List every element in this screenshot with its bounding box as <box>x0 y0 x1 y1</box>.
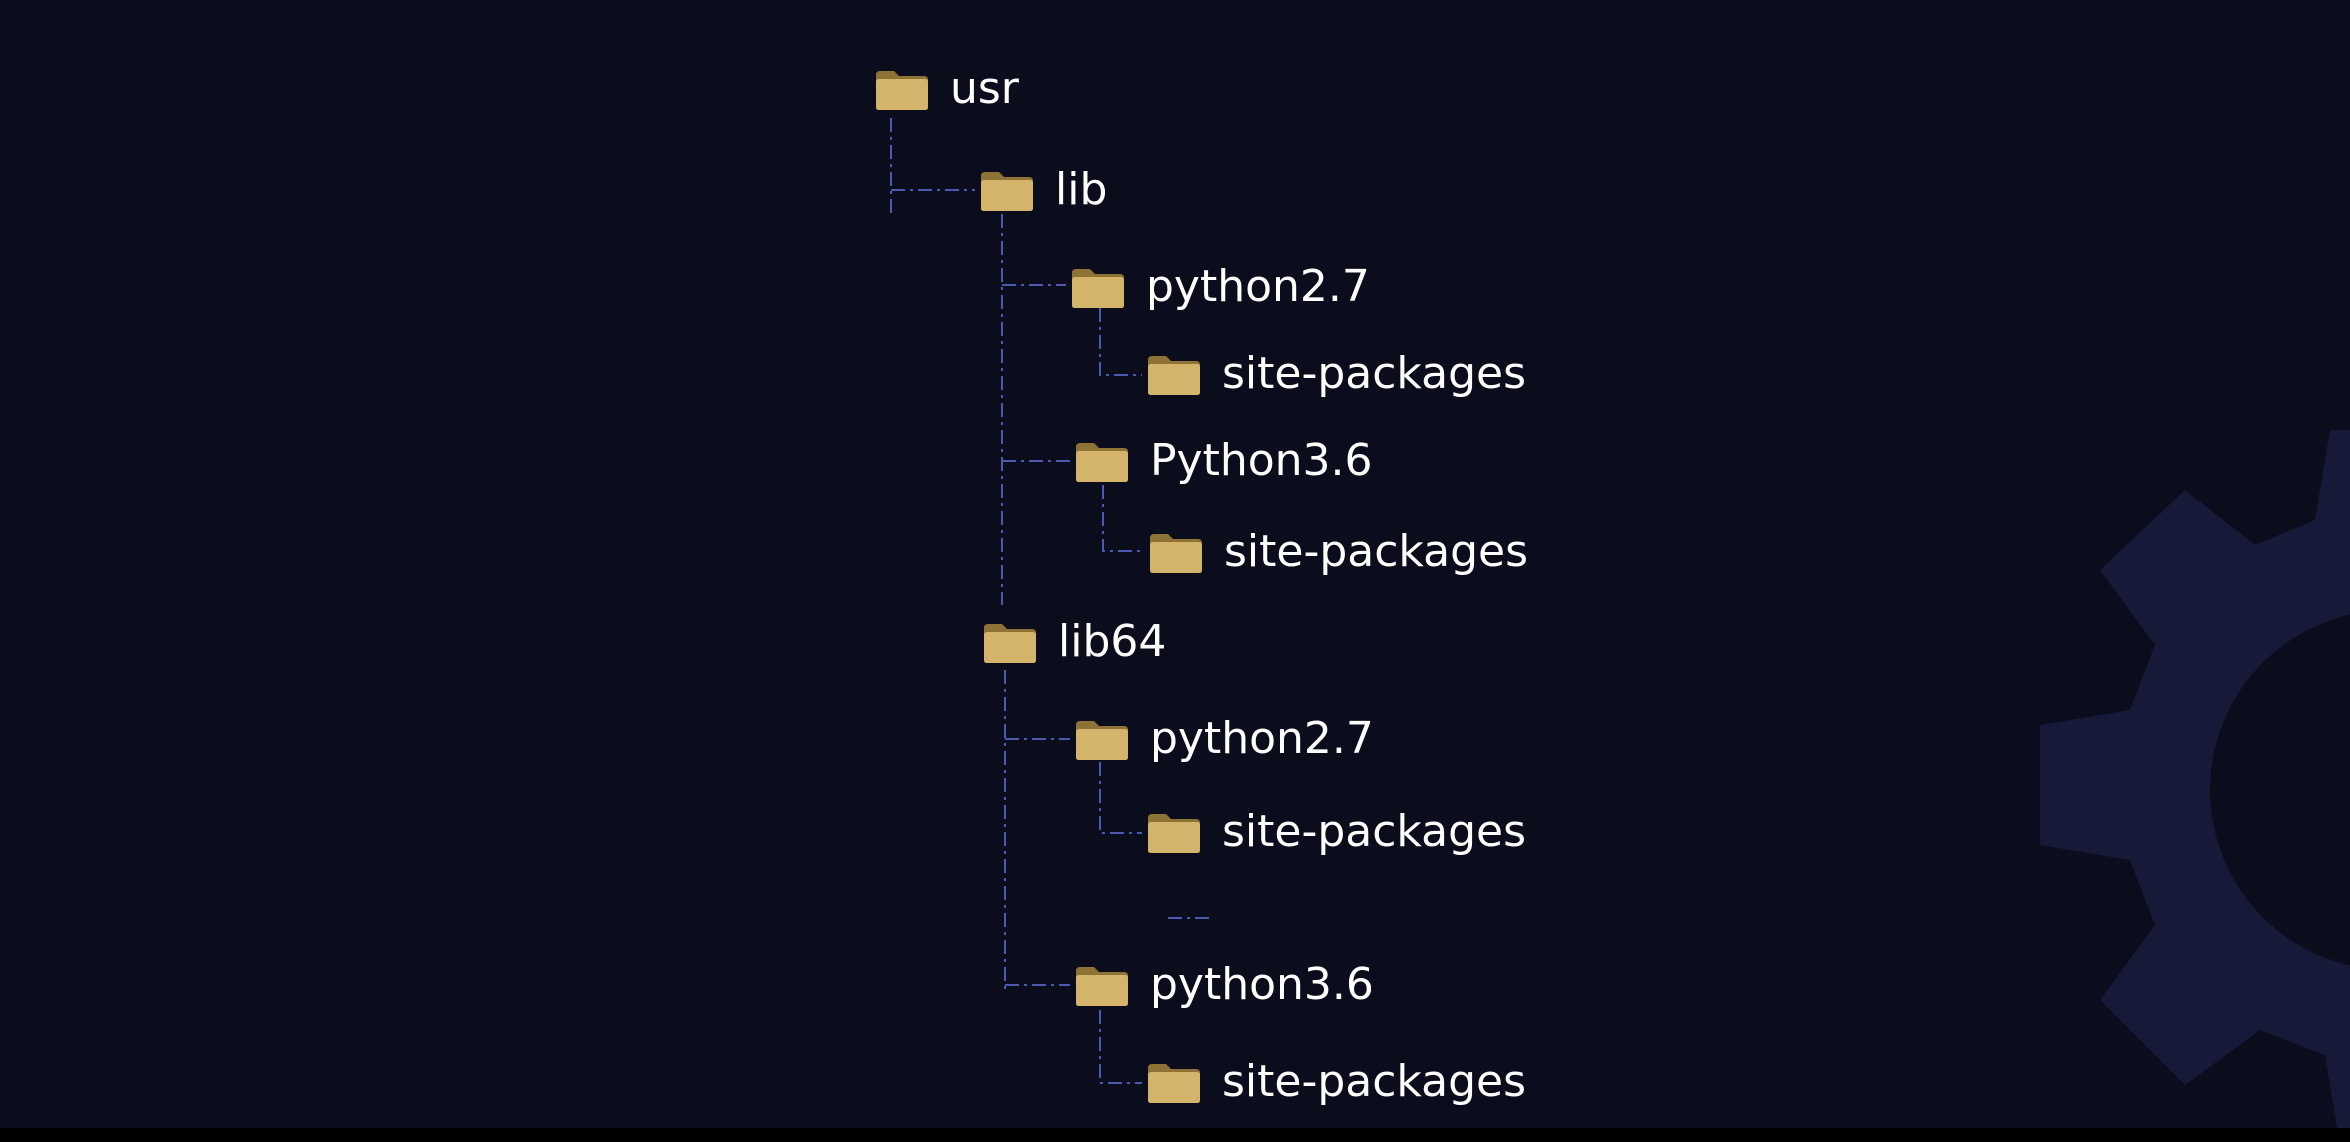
folder-icon <box>1148 1064 1200 1103</box>
connector-lib64-python36-site <box>1099 1010 1142 1084</box>
tree-node-usr[interactable]: usr <box>874 59 1019 119</box>
node-label: python2.7 <box>1150 713 1374 764</box>
tree-node-lib64-python27-site-packages[interactable]: site-packages <box>1146 802 1526 862</box>
tree-node-lib-python36-site-packages[interactable]: site-packages <box>1148 522 1528 582</box>
node-label: site-packages <box>1222 348 1527 399</box>
folder-icon <box>1072 269 1124 308</box>
connector-lib-python36-site <box>1102 485 1144 552</box>
connector-lib64-python27-site <box>1099 762 1142 834</box>
node-label: usr <box>950 63 1019 114</box>
node-label: python3.6 <box>1150 959 1374 1010</box>
folder-icon <box>1076 721 1128 760</box>
node-label: lib64 <box>1058 616 1167 667</box>
folder-icon <box>984 624 1036 663</box>
tree-node-lib-python36[interactable]: Python3.6 <box>1074 431 1373 491</box>
node-label: lib <box>1055 164 1108 215</box>
folder-icon <box>1076 967 1128 1006</box>
diagram-canvas: usr lib python2.7 site-packages Python3.… <box>0 0 2350 1142</box>
tree-node-lib64[interactable]: lib64 <box>982 612 1166 672</box>
connector-lib-python27-site <box>1099 308 1142 376</box>
tree-node-lib64-python36[interactable]: python3.6 <box>1074 955 1374 1015</box>
tree-node-lib64-python27[interactable]: python2.7 <box>1074 709 1374 769</box>
tree-node-lib-python27-site-packages[interactable]: site-packages <box>1146 344 1526 404</box>
bottom-letterbox-bar <box>0 1128 2350 1142</box>
folder-icon <box>981 172 1033 211</box>
node-label: python2.7 <box>1146 261 1370 312</box>
node-label: site-packages <box>1224 526 1529 577</box>
folder-icon <box>1150 534 1202 573</box>
node-label: site-packages <box>1222 806 1527 857</box>
folder-icon <box>876 71 928 110</box>
tree-node-lib-python27[interactable]: python2.7 <box>1070 257 1370 317</box>
tree-node-lib64-python36-site-packages[interactable]: site-packages <box>1146 1052 1526 1112</box>
node-label: site-packages <box>1222 1056 1527 1107</box>
folder-icon <box>1148 356 1200 395</box>
folder-icon <box>1148 814 1200 853</box>
node-label: Python3.6 <box>1150 435 1373 486</box>
tree-node-lib[interactable]: lib <box>979 160 1107 220</box>
folder-icon <box>1076 443 1128 482</box>
